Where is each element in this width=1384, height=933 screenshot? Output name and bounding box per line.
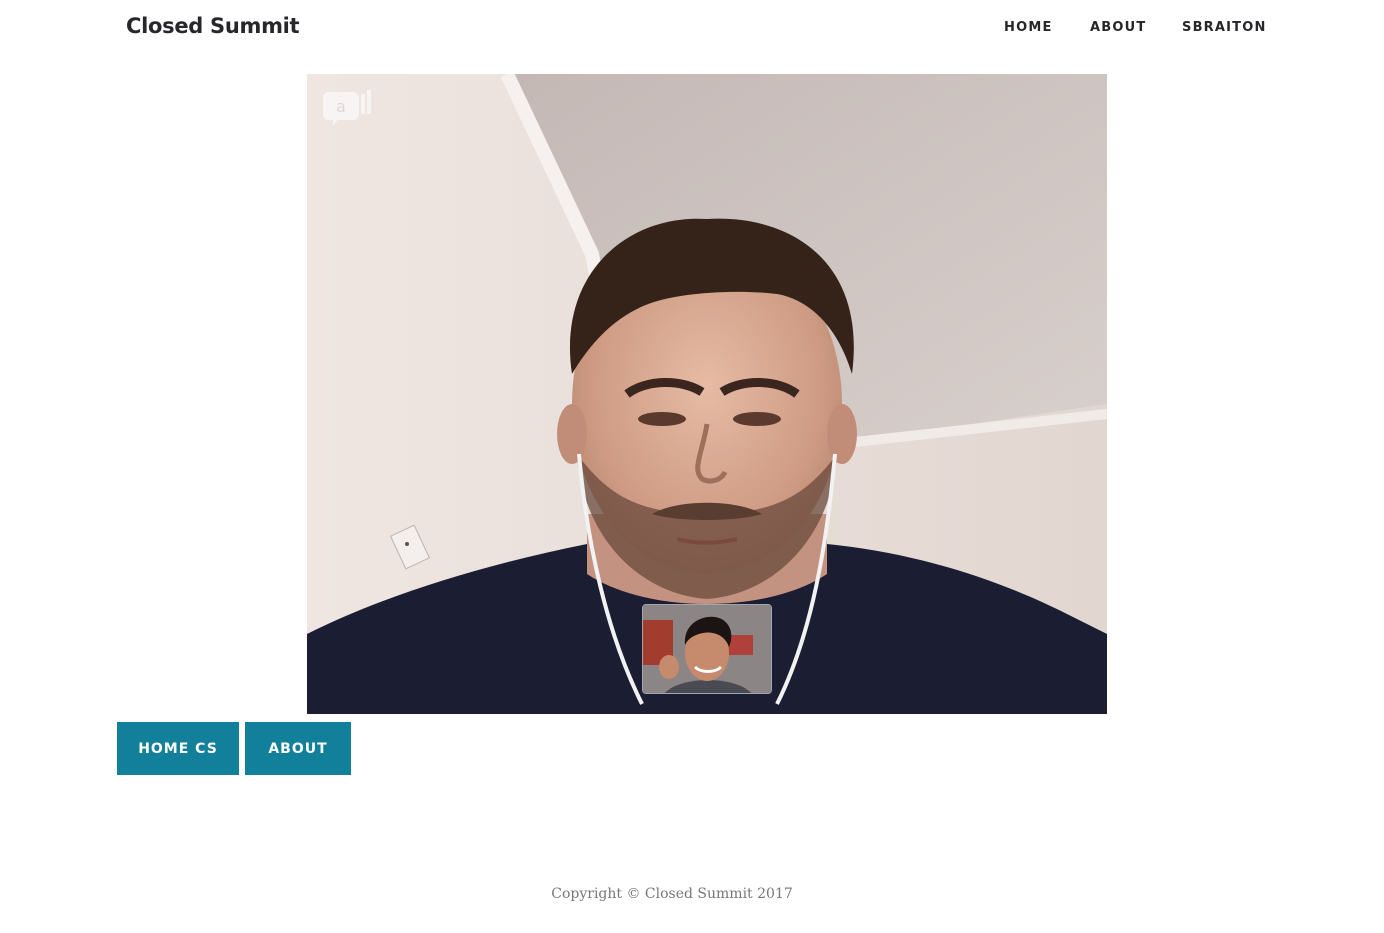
video-call-main-feed[interactable]: a [307, 74, 1107, 714]
top-navigation: HOME ABOUT SBRAITON [1004, 20, 1267, 36]
about-button[interactable]: ABOUT [245, 722, 351, 775]
nav-home-link[interactable]: HOME [1004, 20, 1090, 36]
chat-video-icon: a [323, 90, 373, 126]
action-buttons: HOME CS ABOUT [117, 722, 351, 775]
nav-user-link[interactable]: SBRAITON [1182, 20, 1267, 36]
svg-text:a: a [336, 97, 346, 116]
self-view-image [643, 605, 771, 693]
self-view-video[interactable] [642, 604, 772, 694]
nav-about-link[interactable]: ABOUT [1090, 20, 1182, 36]
footer-copyright: Copyright © Closed Summit 2017 [551, 886, 793, 902]
site-brand[interactable]: Closed Summit [126, 14, 300, 38]
home-cs-button[interactable]: HOME CS [117, 722, 239, 775]
